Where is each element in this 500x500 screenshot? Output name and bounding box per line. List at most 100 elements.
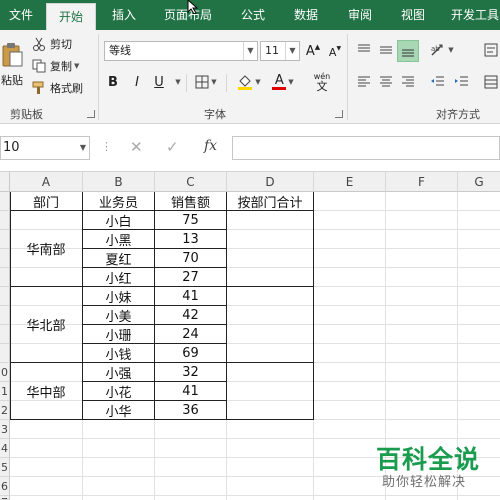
row-header-14[interactable]: 4 — [0, 439, 10, 458]
align-bottom-button[interactable] — [397, 40, 419, 62]
salesperson-cell[interactable]: 夏红 — [83, 249, 154, 268]
row-header-12[interactable]: 2 — [0, 401, 10, 420]
copy-button[interactable]: 复制 ▼ — [32, 57, 79, 75]
sales-cell[interactable]: 36 — [155, 401, 226, 419]
column-header-g[interactable]: G — [458, 172, 500, 192]
enter-formula-icon[interactable]: ✓ — [166, 138, 179, 156]
align-left-button[interactable] — [354, 72, 374, 92]
sales-cell[interactable]: 75 — [155, 211, 226, 229]
row-header-17[interactable]: 7 — [0, 496, 10, 500]
sales-cell[interactable]: 69 — [155, 344, 226, 362]
tab-review[interactable]: 审阅 — [340, 0, 380, 30]
tab-insert[interactable]: 插入 — [102, 0, 146, 30]
tab-home[interactable]: 开始 — [46, 3, 96, 30]
sales-cell[interactable]: 13 — [155, 230, 226, 248]
grow-font-button[interactable]: A ▲ — [304, 41, 322, 61]
tab-file[interactable]: 文件 — [0, 0, 42, 30]
align-middle-button[interactable] — [376, 40, 396, 60]
salesperson-cell[interactable]: 小花 — [83, 382, 154, 401]
font-size-dropdown-icon[interactable]: ▼ — [285, 42, 299, 60]
font-name-dropdown-icon[interactable]: ▼ — [243, 42, 257, 60]
increase-indent-button[interactable] — [452, 72, 472, 92]
header-cell-sales[interactable]: 销售额 — [155, 192, 226, 211]
fill-color-button[interactable]: ▼ — [234, 72, 264, 92]
shrink-font-button[interactable]: A ▼ — [326, 43, 344, 61]
row-header-10[interactable]: 0 — [0, 363, 10, 382]
align-top-button[interactable] — [354, 40, 374, 60]
merge-center-button[interactable] — [482, 72, 500, 92]
paste-button[interactable]: 粘贴 — [0, 34, 24, 96]
column-header-c[interactable]: C — [155, 172, 227, 192]
salesperson-cell[interactable]: 小黑 — [83, 230, 154, 249]
select-all-corner[interactable] — [0, 172, 10, 192]
align-right-button[interactable] — [398, 72, 418, 92]
header-cell-salesperson[interactable]: 业务员 — [83, 192, 154, 211]
salesperson-cell[interactable]: 小妹 — [83, 287, 154, 306]
column-header-d[interactable]: D — [227, 172, 314, 192]
row-header-11[interactable]: 1 — [0, 382, 10, 401]
align-center-button[interactable] — [376, 72, 396, 92]
merged-total-cell[interactable] — [227, 363, 313, 419]
format-painter-button[interactable]: 格式刷 — [32, 79, 83, 97]
salesperson-cell[interactable]: 小珊 — [83, 325, 154, 344]
row-header-15[interactable]: 5 — [0, 458, 10, 477]
sales-cell[interactable]: 42 — [155, 306, 226, 324]
sales-cell[interactable]: 24 — [155, 325, 226, 343]
font-color-button[interactable]: A ▼ — [268, 72, 298, 92]
column-header-a[interactable]: A — [10, 172, 83, 192]
sales-cell[interactable]: 41 — [155, 382, 226, 400]
row-header-16[interactable]: 6 — [0, 477, 10, 496]
sales-cell[interactable]: 41 — [155, 287, 226, 305]
phonetic-button[interactable]: wén 文 — [304, 70, 340, 94]
salesperson-cell[interactable]: 小红 — [83, 268, 154, 287]
tab-view[interactable]: 视图 — [393, 0, 433, 30]
row-header[interactable] — [0, 192, 10, 211]
underline-button[interactable]: U — [150, 72, 168, 92]
merged-dept-cell[interactable]: 华中部 — [10, 363, 82, 419]
border-button[interactable]: ▼ — [192, 72, 220, 92]
merged-total-cell[interactable] — [227, 211, 313, 286]
merged-dept-cell[interactable]: 华南部 — [10, 211, 82, 286]
sales-cell[interactable]: 70 — [155, 249, 226, 267]
name-box[interactable]: 10 ▼ — [0, 136, 90, 160]
row-header[interactable] — [0, 287, 10, 306]
cancel-formula-icon[interactable]: ✕ — [130, 138, 143, 156]
tab-formulas[interactable]: 公式 — [233, 0, 273, 30]
salesperson-cell[interactable]: 小钱 — [83, 344, 154, 363]
bold-button[interactable]: B — [104, 72, 122, 92]
column-header-b[interactable]: B — [83, 172, 155, 192]
italic-button[interactable]: I — [128, 72, 146, 92]
sales-cell[interactable]: 27 — [155, 268, 226, 286]
name-box-dropdown-icon[interactable]: ▼ — [80, 137, 86, 159]
row-header[interactable] — [0, 325, 10, 344]
row-header[interactable] — [0, 211, 10, 230]
column-header-e[interactable]: E — [314, 172, 386, 192]
tab-data[interactable]: 数据 — [286, 0, 326, 30]
row-header[interactable] — [0, 344, 10, 363]
row-header-13[interactable]: 3 — [0, 420, 10, 439]
wrap-text-button[interactable] — [482, 40, 500, 60]
orientation-button[interactable]: ab ▼ — [428, 40, 456, 60]
merged-dept-cell[interactable]: 华北部 — [10, 287, 82, 362]
font-launcher-icon[interactable] — [335, 110, 343, 118]
header-cell-dept-total[interactable]: 按部门合计 — [227, 192, 313, 211]
row-header[interactable] — [0, 249, 10, 268]
clipboard-launcher-icon[interactable] — [87, 110, 95, 118]
salesperson-cell[interactable]: 小白 — [83, 211, 154, 230]
decrease-indent-button[interactable] — [428, 72, 448, 92]
salesperson-cell[interactable]: 小华 — [83, 401, 154, 420]
font-size-combo[interactable]: 11 ▼ — [260, 41, 300, 61]
copy-dropdown-icon[interactable]: ▼ — [74, 62, 79, 70]
row-header[interactable] — [0, 268, 10, 287]
column-header-f[interactable]: F — [386, 172, 458, 192]
tab-developer[interactable]: 开发工具 — [445, 0, 500, 30]
header-cell-department[interactable]: 部门 — [10, 192, 82, 211]
sales-cell[interactable]: 32 — [155, 363, 226, 381]
insert-function-icon[interactable]: fx — [204, 138, 217, 154]
font-name-combo[interactable]: 等线 ▼ — [104, 41, 258, 61]
row-header[interactable] — [0, 306, 10, 325]
salesperson-cell[interactable]: 小美 — [83, 306, 154, 325]
row-header[interactable] — [0, 230, 10, 249]
salesperson-cell[interactable]: 小强 — [83, 363, 154, 382]
formula-input[interactable] — [232, 136, 500, 160]
